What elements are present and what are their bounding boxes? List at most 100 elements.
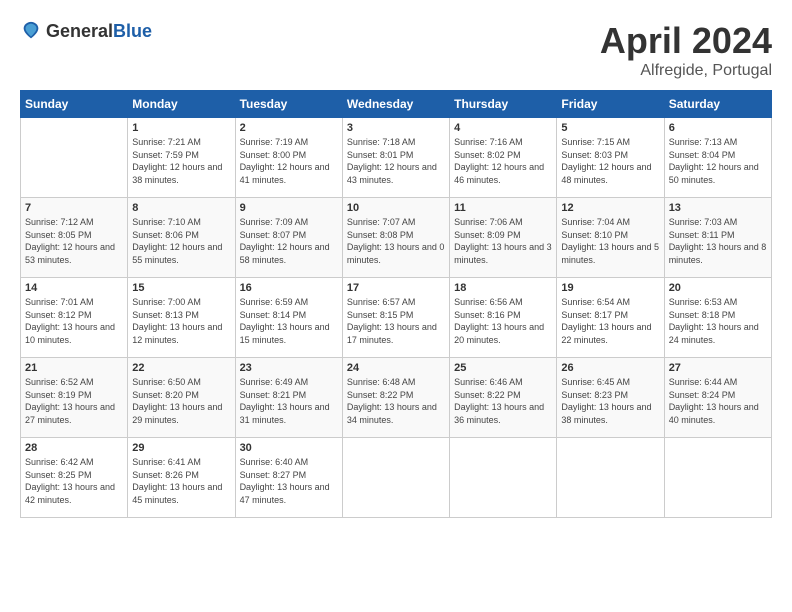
- week-row-3: 14 Sunrise: 7:01 AMSunset: 8:12 PMDayligh…: [21, 278, 772, 358]
- day-number: 18: [454, 282, 552, 294]
- location-title: Alfregide, Portugal: [600, 62, 772, 80]
- day-number: 16: [240, 282, 338, 294]
- calendar-cell: [664, 438, 771, 518]
- day-number: 2: [240, 122, 338, 134]
- day-number: 28: [25, 442, 123, 454]
- day-info: Sunrise: 7:15 AMSunset: 8:03 PMDaylight:…: [561, 136, 659, 186]
- calendar-cell: 20 Sunrise: 6:53 AMSunset: 8:18 PMDayligh…: [664, 278, 771, 358]
- calendar-cell: 29 Sunrise: 6:41 AMSunset: 8:26 PMDayligh…: [128, 438, 235, 518]
- calendar-cell: 4 Sunrise: 7:16 AMSunset: 8:02 PMDaylight…: [450, 118, 557, 198]
- calendar-cell: 23Sunrise: 6:49 AMSunset: 8:21 PMDayligh…: [235, 358, 342, 438]
- day-number: 5: [561, 122, 659, 134]
- day-number: 29: [132, 442, 230, 454]
- day-info: Sunrise: 7:13 AMSunset: 8:04 PMDaylight:…: [669, 136, 767, 186]
- calendar-cell: 24Sunrise: 6:48 AMSunset: 8:22 PMDayligh…: [342, 358, 449, 438]
- day-number: 23: [240, 362, 338, 374]
- calendar-cell: 15 Sunrise: 7:00 AMSunset: 8:13 PMDayligh…: [128, 278, 235, 358]
- day-number: 11: [454, 202, 552, 214]
- day-number: 13: [669, 202, 767, 214]
- day-info: Sunrise: 6:42 AMSunset: 8:25 PMDaylight:…: [25, 456, 123, 506]
- day-info: Sunrise: 6:45 AMSunset: 8:23 PMDaylight:…: [561, 376, 659, 426]
- day-number: 25: [454, 362, 552, 374]
- calendar-cell: [557, 438, 664, 518]
- logo-blue: Blue: [113, 21, 152, 41]
- logo-icon: [20, 20, 42, 42]
- logo-general: General: [46, 21, 113, 41]
- day-info: Sunrise: 7:16 AMSunset: 8:02 PMDaylight:…: [454, 136, 552, 186]
- title-area: April 2024 Alfregide, Portugal: [600, 20, 772, 80]
- page-header: GeneralBlue April 2024 Alfregide, Portug…: [20, 20, 772, 80]
- day-number: 3: [347, 122, 445, 134]
- calendar-cell: 28 Sunrise: 6:42 AMSunset: 8:25 PMDayligh…: [21, 438, 128, 518]
- day-info: Sunrise: 7:10 AMSunset: 8:06 PMDaylight:…: [132, 216, 230, 266]
- calendar-cell: 10Sunrise: 7:07 AMSunset: 8:08 PMDayligh…: [342, 198, 449, 278]
- weekday-header-friday: Friday: [557, 91, 664, 118]
- day-info: Sunrise: 6:44 AMSunset: 8:24 PMDaylight:…: [669, 376, 767, 426]
- calendar-cell: 8Sunrise: 7:10 AMSunset: 8:06 PMDaylight…: [128, 198, 235, 278]
- calendar-cell: 12 Sunrise: 7:04 AMSunset: 8:10 PMDayligh…: [557, 198, 664, 278]
- day-number: 7: [25, 202, 123, 214]
- day-number: 12: [561, 202, 659, 214]
- day-number: 26: [561, 362, 659, 374]
- weekday-header-tuesday: Tuesday: [235, 91, 342, 118]
- month-title: April 2024: [600, 20, 772, 62]
- calendar-cell: 22Sunrise: 6:50 AMSunset: 8:20 PMDayligh…: [128, 358, 235, 438]
- calendar-cell: 16Sunrise: 6:59 AMSunset: 8:14 PMDayligh…: [235, 278, 342, 358]
- day-info: Sunrise: 6:41 AMSunset: 8:26 PMDaylight:…: [132, 456, 230, 506]
- calendar-cell: 26 Sunrise: 6:45 AMSunset: 8:23 PMDayligh…: [557, 358, 664, 438]
- calendar-cell: 25 Sunrise: 6:46 AMSunset: 8:22 PMDayligh…: [450, 358, 557, 438]
- weekday-header-row: SundayMondayTuesdayWednesdayThursdayFrid…: [21, 91, 772, 118]
- day-info: Sunrise: 7:09 AMSunset: 8:07 PMDaylight:…: [240, 216, 338, 266]
- calendar-cell: [450, 438, 557, 518]
- week-row-4: 21Sunrise: 6:52 AMSunset: 8:19 PMDayligh…: [21, 358, 772, 438]
- calendar-cell: 21Sunrise: 6:52 AMSunset: 8:19 PMDayligh…: [21, 358, 128, 438]
- day-info: Sunrise: 6:46 AMSunset: 8:22 PMDaylight:…: [454, 376, 552, 426]
- calendar-cell: [21, 118, 128, 198]
- day-number: 6: [669, 122, 767, 134]
- day-info: Sunrise: 6:57 AMSunset: 8:15 PMDaylight:…: [347, 296, 445, 346]
- day-info: Sunrise: 6:48 AMSunset: 8:22 PMDaylight:…: [347, 376, 445, 426]
- calendar-cell: 27 Sunrise: 6:44 AMSunset: 8:24 PMDayligh…: [664, 358, 771, 438]
- day-number: 14: [25, 282, 123, 294]
- day-info: Sunrise: 6:50 AMSunset: 8:20 PMDaylight:…: [132, 376, 230, 426]
- calendar-cell: [342, 438, 449, 518]
- day-number: 30: [240, 442, 338, 454]
- day-number: 1: [132, 122, 230, 134]
- day-info: Sunrise: 7:06 AMSunset: 8:09 PMDaylight:…: [454, 216, 552, 266]
- calendar-cell: 13Sunrise: 7:03 AMSunset: 8:11 PMDayligh…: [664, 198, 771, 278]
- day-info: Sunrise: 6:40 AMSunset: 8:27 PMDaylight:…: [240, 456, 338, 506]
- day-info: Sunrise: 7:04 AMSunset: 8:10 PMDaylight:…: [561, 216, 659, 266]
- calendar-cell: 6 Sunrise: 7:13 AMSunset: 8:04 PMDaylight…: [664, 118, 771, 198]
- calendar-cell: 18 Sunrise: 6:56 AMSunset: 8:16 PMDayligh…: [450, 278, 557, 358]
- day-number: 27: [669, 362, 767, 374]
- day-info: Sunrise: 7:01 AMSunset: 8:12 PMDaylight:…: [25, 296, 123, 346]
- week-row-5: 28 Sunrise: 6:42 AMSunset: 8:25 PMDayligh…: [21, 438, 772, 518]
- day-info: Sunrise: 6:53 AMSunset: 8:18 PMDaylight:…: [669, 296, 767, 346]
- day-info: Sunrise: 7:18 AMSunset: 8:01 PMDaylight:…: [347, 136, 445, 186]
- day-number: 19: [561, 282, 659, 294]
- day-number: 21: [25, 362, 123, 374]
- calendar-cell: 19Sunrise: 6:54 AMSunset: 8:17 PMDayligh…: [557, 278, 664, 358]
- day-info: Sunrise: 7:21 AMSunset: 7:59 PMDaylight:…: [132, 136, 230, 186]
- day-number: 4: [454, 122, 552, 134]
- day-info: Sunrise: 7:00 AMSunset: 8:13 PMDaylight:…: [132, 296, 230, 346]
- week-row-1: 1 Sunrise: 7:21 AMSunset: 7:59 PMDaylight…: [21, 118, 772, 198]
- day-number: 15: [132, 282, 230, 294]
- weekday-header-sunday: Sunday: [21, 91, 128, 118]
- day-info: Sunrise: 7:12 AMSunset: 8:05 PMDaylight:…: [25, 216, 123, 266]
- day-number: 20: [669, 282, 767, 294]
- day-number: 17: [347, 282, 445, 294]
- weekday-header-monday: Monday: [128, 91, 235, 118]
- calendar-cell: 14 Sunrise: 7:01 AMSunset: 8:12 PMDayligh…: [21, 278, 128, 358]
- logo: GeneralBlue: [20, 20, 152, 42]
- calendar-cell: 30 Sunrise: 6:40 AMSunset: 8:27 PMDayligh…: [235, 438, 342, 518]
- day-number: 10: [347, 202, 445, 214]
- calendar-cell: 5 Sunrise: 7:15 AMSunset: 8:03 PMDaylight…: [557, 118, 664, 198]
- calendar-cell: 2Sunrise: 7:19 AMSunset: 8:00 PMDaylight…: [235, 118, 342, 198]
- calendar-cell: 7 Sunrise: 7:12 AMSunset: 8:05 PMDaylight…: [21, 198, 128, 278]
- weekday-header-saturday: Saturday: [664, 91, 771, 118]
- calendar-cell: 11 Sunrise: 7:06 AMSunset: 8:09 PMDayligh…: [450, 198, 557, 278]
- day-info: Sunrise: 6:56 AMSunset: 8:16 PMDaylight:…: [454, 296, 552, 346]
- calendar-cell: 3 Sunrise: 7:18 AMSunset: 8:01 PMDaylight…: [342, 118, 449, 198]
- logo-text: GeneralBlue: [46, 21, 152, 42]
